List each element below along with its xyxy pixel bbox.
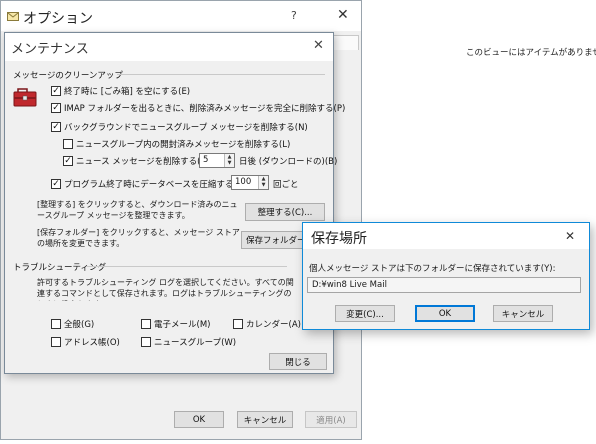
- purge-imap-checkbox[interactable]: ✓: [51, 103, 61, 113]
- log-newsgroup-label: ニュースグループ(W): [154, 338, 237, 348]
- options-cancel-button[interactable]: キャンセル: [237, 411, 293, 428]
- news-days-suffix: 日後 (ダウンロードの)(B): [239, 157, 338, 167]
- maintenance-title: メンテナンス: [11, 42, 89, 57]
- compress-db-checkbox[interactable]: ✓: [51, 179, 61, 189]
- compress-suffix: 回ごと: [273, 180, 299, 190]
- cleanup-button[interactable]: 整理する(C)...: [245, 203, 325, 221]
- options-titlebar: オプション ? ✕: [1, 1, 361, 31]
- save-location-title: 保存場所: [311, 231, 367, 247]
- troubleshooting-group-divider: [87, 266, 287, 267]
- delete-read-news-checkbox[interactable]: [63, 139, 73, 149]
- news-days-value: 5: [203, 155, 209, 165]
- log-email-label: 電子メール(M): [154, 320, 211, 330]
- log-calendar-label: カレンダー(A): [246, 320, 301, 330]
- log-general-checkbox[interactable]: [51, 319, 61, 329]
- stepper-arrows-icon[interactable]: ▲ ▼: [224, 154, 234, 167]
- compress-db-label: プログラム終了時にデータベースを圧縮する(S): [64, 180, 246, 190]
- empty-view-message: このビューにはアイテムがありません。: [466, 48, 596, 58]
- delete-read-news-label: ニュースグループ内の開封済みメッセージを削除する(L): [76, 140, 291, 150]
- log-calendar-checkbox[interactable]: [233, 319, 243, 329]
- news-days-stepper[interactable]: 5 ▲ ▼: [199, 153, 235, 168]
- options-app-icon: [7, 12, 19, 21]
- log-addressbook-label: アドレス帳(O): [64, 338, 120, 348]
- save-location-dialog: 保存場所 ✕ 個人メッセージ ストアは下のフォルダーに保存されています(Y): …: [302, 222, 590, 330]
- maintenance-close-button[interactable]: 閉じる: [269, 353, 327, 370]
- delete-news-label: ニュース メッセージを削除する(D): [76, 157, 211, 167]
- empty-trash-checkbox[interactable]: ✓: [51, 86, 61, 96]
- stepper-arrows-icon[interactable]: ▲ ▼: [258, 176, 268, 189]
- delete-news-checkbox[interactable]: ✓: [63, 156, 73, 166]
- options-ok-button[interactable]: OK: [174, 411, 224, 428]
- background-news-delete-checkbox[interactable]: ✓: [51, 122, 61, 132]
- log-newsgroup-checkbox[interactable]: [141, 337, 151, 347]
- maintenance-dialog: メンテナンス ✕ メッセージのクリーンアップ ✓ 終了時に [ごみ箱] を空にす…: [4, 32, 345, 374]
- cleanup-group-label: メッセージのクリーンアップ: [13, 71, 123, 81]
- cleanup-group-divider: [117, 74, 325, 75]
- store-path-field: D:¥win8 Live Mail: [307, 277, 581, 293]
- log-general-label: 全般(G): [64, 320, 95, 330]
- help-icon[interactable]: ?: [291, 9, 297, 22]
- save-location-ok-button[interactable]: OK: [415, 305, 475, 322]
- maintenance-titlebar: メンテナンス ✕: [5, 33, 333, 61]
- close-icon[interactable]: ✕: [337, 7, 349, 23]
- troubleshooting-description: 許可するトラブルシューティング ログを選択してください。すべての関連するコマンド…: [37, 278, 294, 301]
- empty-trash-label: 終了時に [ごみ箱] を空にする(E): [64, 87, 191, 97]
- change-folder-button[interactable]: 変更(C)...: [335, 305, 395, 322]
- background-news-delete-label: バックグラウンドでニュースグループ メッセージを削除する(N): [64, 123, 308, 133]
- save-location-titlebar: 保存場所 ✕: [303, 223, 589, 249]
- close-icon[interactable]: ✕: [565, 229, 575, 243]
- options-apply-button[interactable]: 適用(A): [305, 411, 357, 428]
- save-location-description: 個人メッセージ ストアは下のフォルダーに保存されています(Y):: [309, 264, 556, 274]
- troubleshooting-group-label: トラブルシューティング: [13, 263, 106, 273]
- store-description: [保存フォルダー] をクリックすると、メッセージ ストアの場所を変更できます。: [37, 228, 240, 248]
- save-location-cancel-button[interactable]: キャンセル: [493, 305, 553, 322]
- store-folder-button[interactable]: 保存フォルダー(F)...: [241, 231, 305, 249]
- compress-count-value: 100: [235, 177, 252, 187]
- close-icon[interactable]: ✕: [313, 38, 324, 53]
- log-email-checkbox[interactable]: [141, 319, 151, 329]
- cleanup-description: [整理する] をクリックすると、ダウンロード済みのニュースグループ メッセージを…: [37, 200, 238, 220]
- log-addressbook-checkbox[interactable]: [51, 337, 61, 347]
- purge-imap-label: IMAP フォルダーを出るときに、削除済みメッセージを完全に削除する(P): [64, 104, 346, 114]
- toolbox-icon: [13, 88, 37, 107]
- compress-count-stepper[interactable]: 100 ▲ ▼: [231, 175, 269, 190]
- options-title: オプション: [23, 11, 93, 27]
